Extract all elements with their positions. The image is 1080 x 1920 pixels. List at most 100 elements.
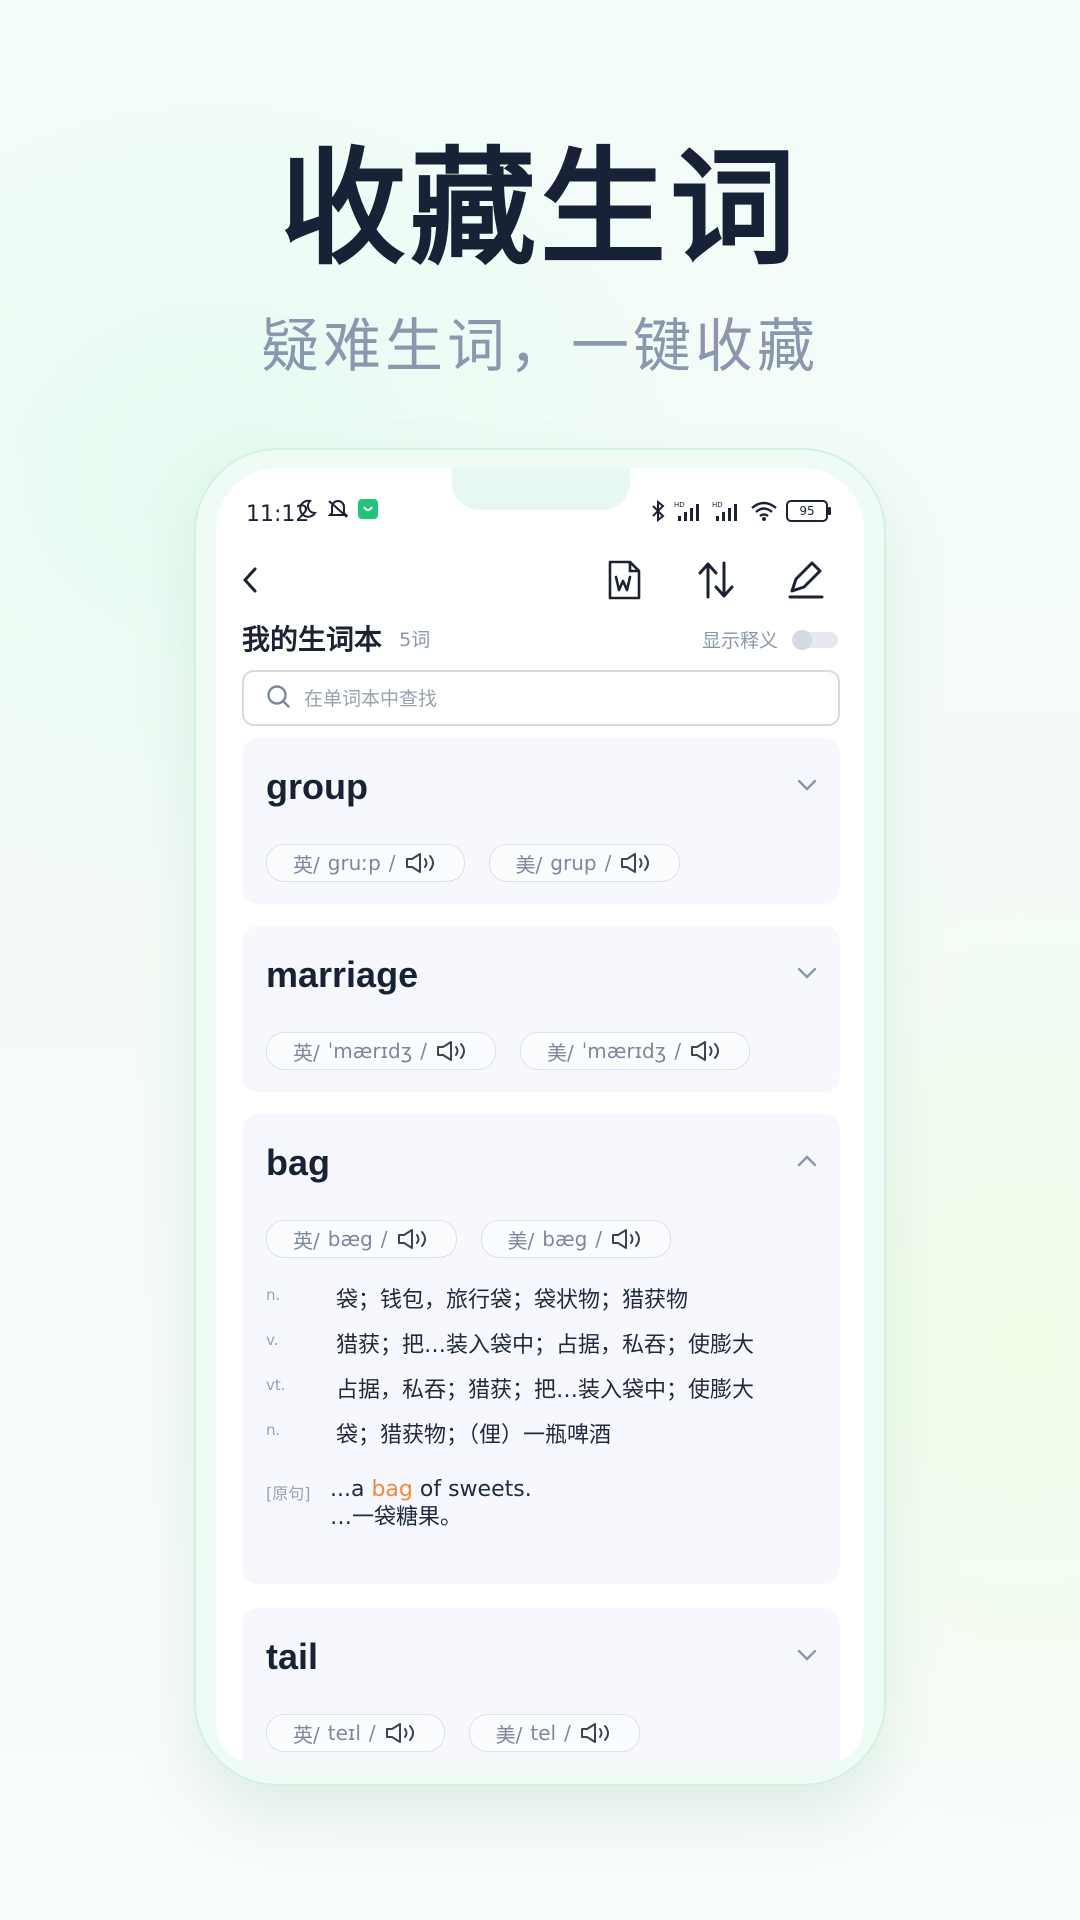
slash: / bbox=[674, 1039, 682, 1063]
us-phonetic: tel bbox=[530, 1721, 557, 1745]
uk-phonetic: gruːp bbox=[327, 851, 381, 875]
phone-screen: 11:12 HD HD 95 我的生词本 5词 显示释义 在单词本中查找 gro… bbox=[216, 468, 864, 1762]
show-definition-toggle[interactable] bbox=[792, 629, 838, 650]
uk-phonetic: bæg bbox=[327, 1227, 373, 1251]
example-highlight: bag bbox=[371, 1477, 413, 1502]
us-pronunciation[interactable]: 美/ grup / bbox=[488, 844, 681, 882]
uk-pronunciation[interactable]: 英/ teɪl / bbox=[266, 1714, 445, 1752]
speaker-icon bbox=[612, 1229, 641, 1249]
part-of-speech: n. bbox=[266, 1421, 281, 1439]
definition-list: n. 袋；钱包，旅行袋；袋状物；猎获物 v. 猎获；把…装入袋中；占据，私吞；使… bbox=[266, 1282, 826, 1462]
uk-phonetic: ˈmærɪdʒ bbox=[327, 1039, 413, 1063]
search-input[interactable] bbox=[302, 672, 806, 726]
definition-text: 猎获；把…装入袋中；占据，私吞；使膨大 bbox=[336, 1333, 755, 1358]
us-label: 美/ bbox=[507, 1228, 535, 1253]
us-label: 美/ bbox=[495, 1722, 523, 1747]
mute-bell-icon bbox=[327, 500, 349, 518]
word-card-bag[interactable]: bag 英/ bæg / 美/ bæg / n. 袋；钱包，旅行袋；袋状物；猎获… bbox=[242, 1114, 840, 1584]
definition-row: v. 猎获；把…装入袋中；占据，私吞；使膨大 bbox=[266, 1327, 826, 1372]
definition-row: vt. 占据，私吞；猎获；把…装入袋中；使膨大 bbox=[266, 1372, 826, 1417]
speaker-icon bbox=[580, 1723, 609, 1743]
us-label: 美/ bbox=[547, 1040, 574, 1065]
definition-text: 袋；钱包，旅行袋；袋状物；猎获物 bbox=[336, 1288, 689, 1313]
slash: / bbox=[368, 1721, 376, 1745]
uk-pronunciation[interactable]: 英/ gruːp / bbox=[266, 844, 465, 882]
toggle-knob bbox=[792, 629, 812, 650]
word-title: marriage bbox=[266, 954, 419, 995]
example-tag: [原句] bbox=[266, 1484, 311, 1503]
toolbar bbox=[216, 540, 864, 620]
signal-hd-icon: HD bbox=[674, 501, 699, 521]
word-doc-icon bbox=[608, 560, 641, 600]
search-icon bbox=[267, 685, 290, 708]
hero-subtitle: 疑难生词，一键收藏 bbox=[260, 312, 819, 380]
part-of-speech: v. bbox=[266, 1331, 279, 1349]
word-title: tail bbox=[266, 1636, 319, 1677]
speaker-icon bbox=[621, 853, 650, 873]
show-definition-label: 显示释义 bbox=[701, 630, 778, 652]
part-of-speech: n. bbox=[266, 1286, 281, 1304]
slash: / bbox=[420, 1039, 428, 1063]
speaker-icon bbox=[437, 1041, 466, 1061]
definition-text: 袋；猎获物；（俚）一瓶啤酒 bbox=[336, 1423, 612, 1448]
sort-button[interactable] bbox=[690, 554, 742, 606]
us-label: 美/ bbox=[515, 852, 543, 877]
us-pronunciation[interactable]: 美/ tel / bbox=[468, 1714, 640, 1752]
example-sentence: [原句] ...a bag of sweets. …一袋糖果。 bbox=[266, 1476, 826, 1532]
uk-label: 英/ bbox=[293, 1040, 320, 1065]
uk-label: 英/ bbox=[293, 1722, 320, 1747]
signal-hd-icon-2: HD bbox=[712, 501, 737, 521]
search-box bbox=[242, 670, 840, 726]
chevron-left-icon bbox=[243, 567, 257, 593]
wifi-icon bbox=[751, 501, 777, 521]
uk-label: 英/ bbox=[293, 1228, 320, 1253]
moon-icon bbox=[299, 499, 317, 518]
us-pronunciation[interactable]: 美/ bæg / bbox=[480, 1220, 672, 1258]
slash: / bbox=[595, 1227, 603, 1251]
chevron-down-icon[interactable] bbox=[796, 778, 818, 792]
us-phonetic: ˈmærɪdʒ bbox=[581, 1039, 667, 1063]
example-en-after: of sweets. bbox=[412, 1477, 532, 1502]
pencil-icon bbox=[788, 561, 824, 599]
word-card-marriage[interactable]: marriage 英/ ˈmærɪdʒ / 美/ ˈmærɪdʒ / bbox=[242, 926, 840, 1092]
slash: / bbox=[380, 1227, 388, 1251]
status-bar: 11:12 HD HD 95 bbox=[216, 488, 864, 548]
us-phonetic: bæg bbox=[542, 1227, 588, 1251]
speaker-icon bbox=[397, 1229, 426, 1249]
uk-phonetic: teɪl bbox=[327, 1721, 361, 1745]
definition-row: n. 袋；猎获物；（俚）一瓶啤酒 bbox=[266, 1417, 826, 1462]
speaker-icon bbox=[405, 853, 434, 873]
bluetooth-icon bbox=[652, 500, 665, 522]
example-chinese: …一袋糖果。 bbox=[330, 1505, 463, 1530]
slash: / bbox=[564, 1721, 571, 1745]
uk-pronunciation[interactable]: 英/ bæg / bbox=[266, 1220, 457, 1258]
example-en-before: ...a bbox=[330, 1477, 372, 1502]
slash: / bbox=[604, 851, 612, 875]
vocab-header: 我的生词本 5词 显示释义 bbox=[242, 618, 842, 668]
word-card-tail[interactable]: tail 英/ teɪl / 美/ tel / bbox=[242, 1608, 840, 1762]
word-card-group[interactable]: group 英/ gruːp / 美/ grup / bbox=[242, 738, 840, 904]
chevron-up-icon[interactable] bbox=[796, 1154, 818, 1168]
speaker-icon bbox=[691, 1041, 720, 1061]
hero-title: 收藏生词 bbox=[280, 135, 800, 282]
word-count: 5词 bbox=[399, 628, 431, 651]
page-title: 我的生词本 bbox=[242, 623, 383, 656]
uk-pronunciation[interactable]: 英/ ˈmærɪdʒ / bbox=[266, 1032, 497, 1070]
svg-text:HD: HD bbox=[712, 501, 723, 509]
word-title: bag bbox=[266, 1142, 331, 1183]
chevron-down-icon[interactable] bbox=[796, 1648, 818, 1662]
definition-row: n. 袋；钱包，旅行袋；袋状物；猎获物 bbox=[266, 1282, 826, 1327]
slash: / bbox=[388, 851, 396, 875]
us-pronunciation[interactable]: 美/ ˈmærɪdʒ / bbox=[520, 1032, 751, 1070]
svg-text:HD: HD bbox=[674, 501, 685, 509]
back-button[interactable] bbox=[224, 554, 276, 606]
example-english: ...a bag of sweets. bbox=[330, 1476, 532, 1504]
word-title: group bbox=[266, 766, 368, 807]
chevron-down-icon[interactable] bbox=[796, 966, 818, 980]
sort-arrows-icon bbox=[698, 561, 734, 599]
edit-button[interactable] bbox=[780, 554, 832, 606]
app-badge-icon bbox=[358, 499, 378, 519]
export-word-button[interactable] bbox=[598, 554, 650, 606]
uk-label: 英/ bbox=[293, 852, 320, 877]
part-of-speech: vt. bbox=[266, 1376, 286, 1394]
